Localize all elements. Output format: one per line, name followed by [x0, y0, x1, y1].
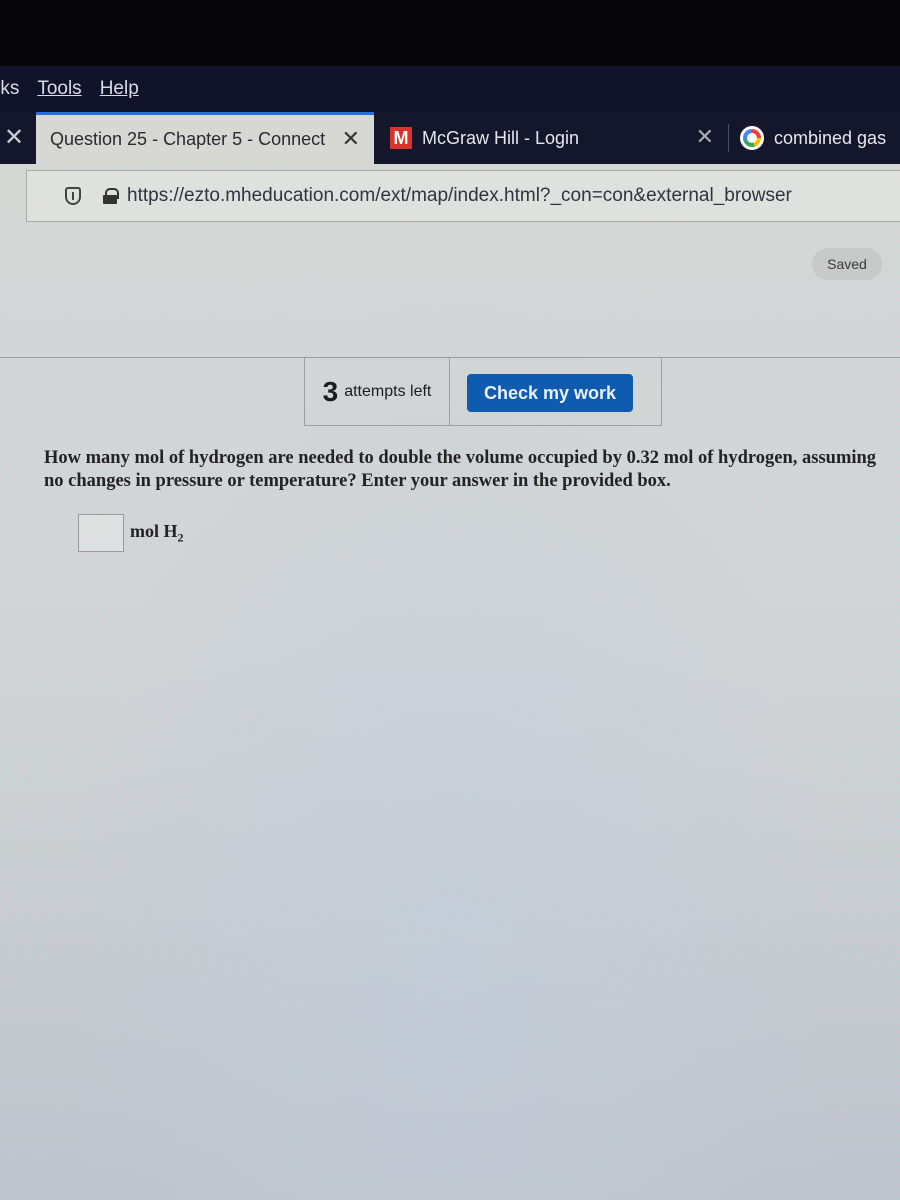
- tab-label: combined gas: [774, 127, 887, 148]
- unit-text: mol H: [130, 520, 178, 541]
- shield-icon[interactable]: [65, 187, 81, 205]
- tab-mcgraw-hill-login[interactable]: M McGraw Hill - Login ✕: [390, 112, 730, 164]
- lock-icon[interactable]: [103, 188, 119, 204]
- question-text: How many mol of hydrogen are needed to d…: [44, 448, 877, 491]
- attempts-label: attempts left: [344, 382, 432, 400]
- url-text[interactable]: https://ezto.mheducation.com/ext/map/ind…: [127, 185, 792, 207]
- tab-question-25[interactable]: Question 25 - Chapter 5 - Connect ✕: [36, 112, 374, 164]
- answer-row: mol H2: [78, 514, 184, 552]
- unit-subscript: 2: [177, 530, 184, 545]
- menu-bookmarks[interactable]: rks: [0, 78, 28, 100]
- address-bar[interactable]: https://ezto.mheducation.com/ext/map/ind…: [26, 170, 900, 222]
- close-icon[interactable]: ✕: [2, 126, 26, 150]
- check-my-work-button[interactable]: Check my work: [467, 374, 633, 412]
- answer-input[interactable]: [78, 514, 124, 552]
- menu-bar: rks Tools Help: [0, 66, 900, 112]
- tab-separator: [728, 124, 729, 152]
- tab-label: McGraw Hill - Login: [422, 127, 580, 148]
- attempts-count: 3: [322, 375, 339, 407]
- answer-unit: mol H2: [130, 521, 184, 546]
- page-content: https://ezto.mheducation.com/ext/map/ind…: [0, 164, 900, 1200]
- menu-help-label: Help: [99, 78, 139, 99]
- mcgraw-hill-favicon-icon: M: [390, 127, 412, 149]
- close-tab-icon[interactable]: ✕: [696, 124, 714, 150]
- screen-bezel: [0, 0, 900, 66]
- tab-bar: ✕ Question 25 - Chapter 5 - Connect ✕ M …: [0, 112, 900, 164]
- check-work-container: Check my work: [450, 358, 662, 426]
- google-icon: [740, 126, 764, 150]
- menu-help[interactable]: Help: [91, 78, 148, 100]
- menu-tools[interactable]: Tools: [28, 78, 90, 100]
- attempts-left-box: 3 attempts left: [304, 358, 450, 426]
- close-tab-icon[interactable]: ✕: [342, 126, 360, 152]
- tab-combined-gas[interactable]: combined gas: [740, 112, 900, 164]
- menu-tools-label: Tools: [37, 78, 82, 99]
- saved-status-badge: Saved: [812, 248, 882, 280]
- tab-label: Question 25 - Chapter 5 - Connect: [50, 129, 326, 149]
